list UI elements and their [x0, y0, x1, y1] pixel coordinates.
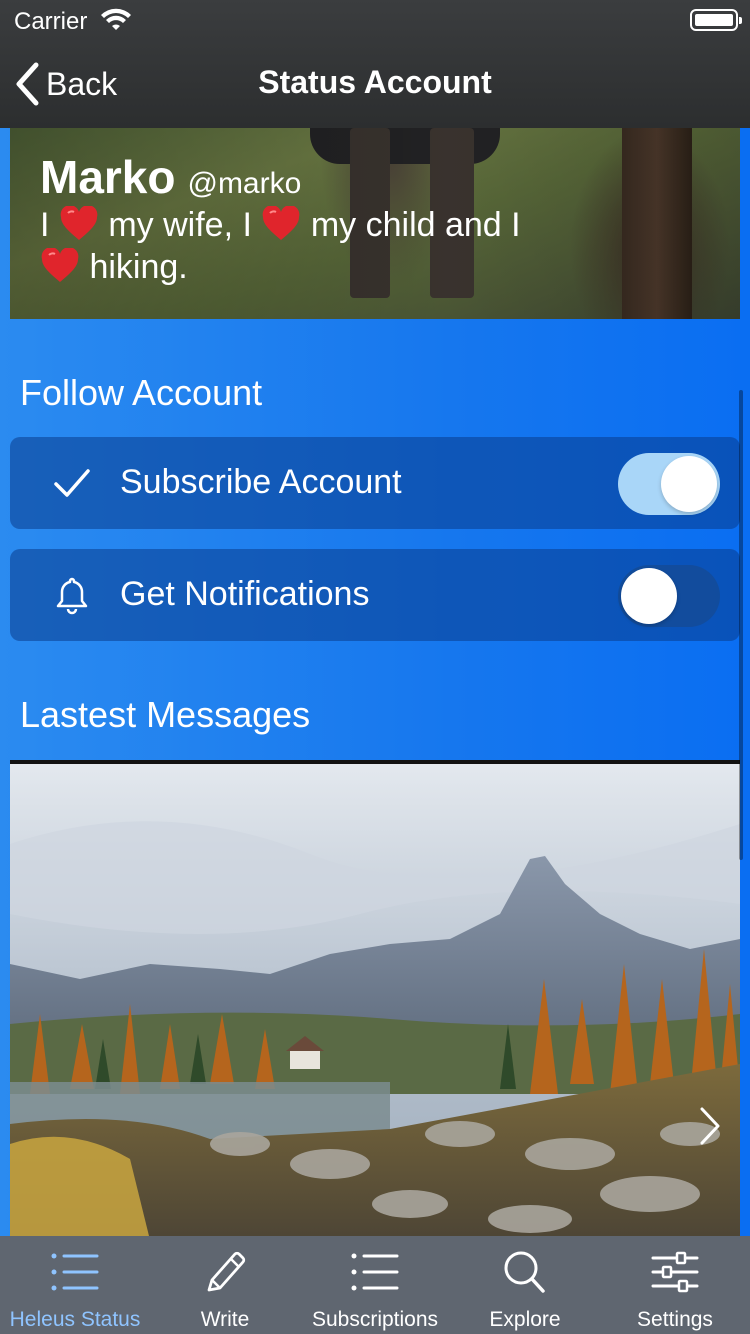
- profile-bio: I my wife, I my child and I hiking.: [40, 204, 560, 288]
- chevron-right-icon[interactable]: [698, 1106, 722, 1146]
- tab-bar: Heleus Status Write Subscriptions Explor…: [0, 1236, 750, 1334]
- subscribe-account-row[interactable]: Subscribe Account: [10, 437, 740, 529]
- subscribe-account-toggle[interactable]: [618, 453, 720, 515]
- page-title: Status Account: [258, 64, 492, 100]
- heart-icon: [263, 205, 300, 240]
- tab-label: Write: [200, 1308, 250, 1331]
- profile-header: Marko @marko I my wife, I my child and I…: [10, 128, 740, 319]
- bell-icon: [56, 577, 88, 615]
- follow-section-title: Follow Account: [20, 372, 263, 413]
- tab-heleus-status[interactable]: Heleus Status: [0, 1236, 150, 1334]
- checkmark-icon: [54, 469, 90, 497]
- bio-text: I: [40, 206, 50, 244]
- battery-icon: [690, 9, 742, 31]
- tab-explore[interactable]: Explore: [450, 1236, 600, 1334]
- messages-section-title: Lastest Messages: [20, 694, 311, 735]
- landscape-image: [10, 764, 740, 1236]
- scroll-indicator[interactable]: [739, 390, 743, 860]
- toggle-knob: [621, 568, 677, 624]
- wifi-icon: [101, 8, 131, 30]
- tab-settings[interactable]: Settings: [600, 1236, 750, 1334]
- get-notifications-label: Get Notifications: [120, 575, 370, 613]
- tab-label: Explore: [489, 1308, 561, 1331]
- pencil-icon: [207, 1251, 246, 1292]
- subscribe-account-label: Subscribe Account: [120, 463, 402, 501]
- toggle-knob: [661, 456, 717, 512]
- get-notifications-row[interactable]: Get Notifications: [10, 549, 740, 641]
- heart-icon: [60, 205, 98, 240]
- bio-text: my child and I: [310, 206, 521, 244]
- message-image[interactable]: [10, 760, 740, 1236]
- bio-text: my wife, I: [108, 206, 252, 244]
- tab-label: Settings: [637, 1308, 713, 1331]
- list-icon: [51, 1253, 99, 1291]
- navigation-bar: Carrier Back Status Account: [0, 0, 750, 128]
- bio-text: hiking.: [89, 248, 188, 286]
- sliders-icon: [651, 1251, 699, 1293]
- tab-label: Subscriptions: [311, 1308, 439, 1331]
- profile-name-row: Marko @marko: [40, 150, 301, 204]
- search-icon: [504, 1251, 545, 1293]
- heart-icon: [41, 247, 79, 282]
- tab-write[interactable]: Write: [150, 1236, 300, 1334]
- tab-subscriptions[interactable]: Subscriptions: [300, 1236, 450, 1334]
- profile-handle: @marko: [187, 167, 302, 200]
- profile-name: Marko: [40, 151, 176, 203]
- tab-label: Heleus Status: [9, 1308, 141, 1331]
- list-icon: [351, 1253, 399, 1291]
- get-notifications-toggle[interactable]: [618, 565, 720, 627]
- carrier-label: Carrier: [14, 8, 88, 35]
